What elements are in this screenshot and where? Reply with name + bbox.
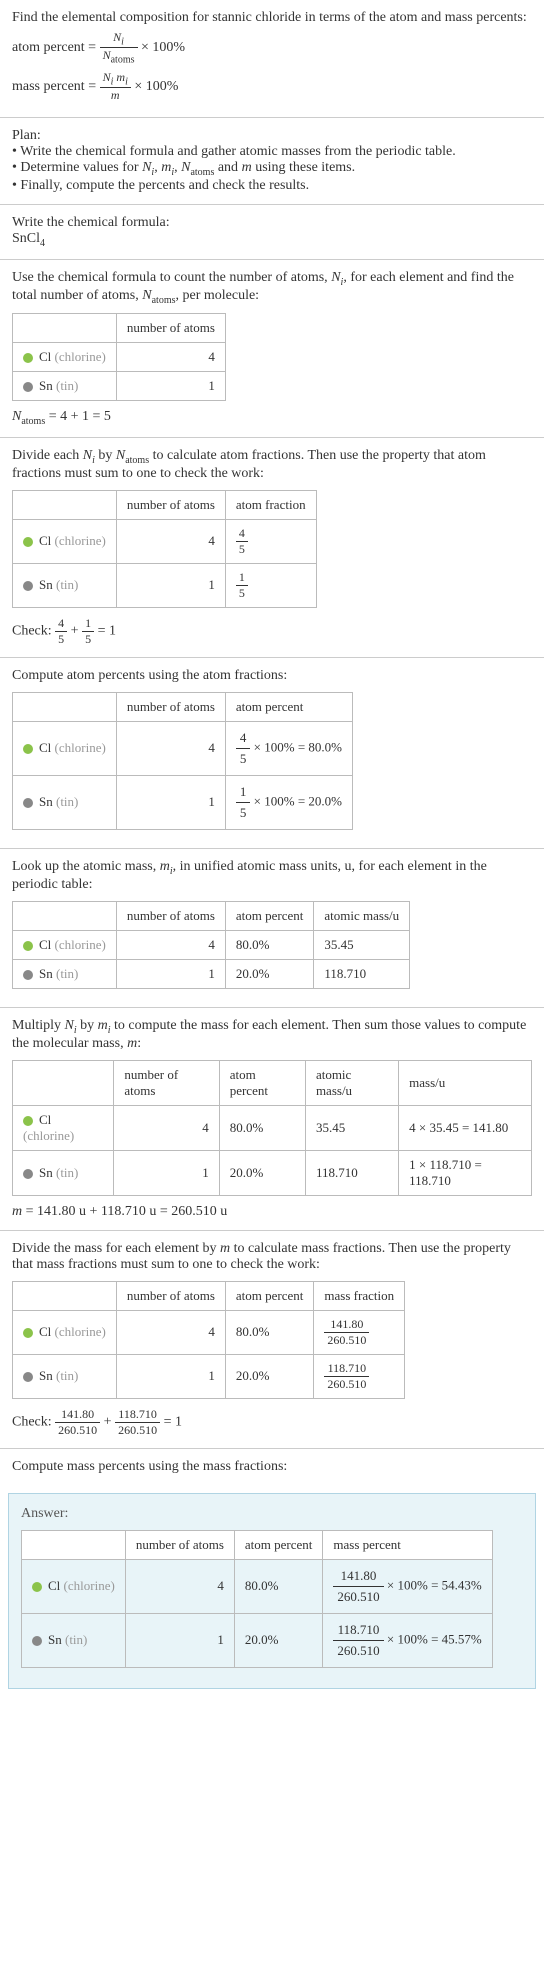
massfrac-table: number of atomsatom percentmass fraction… — [12, 1281, 405, 1399]
element-dot-icon — [23, 970, 33, 980]
table-row: Sn (tin)115 — [13, 563, 317, 607]
table-row: Cl (chlorine)480.0%35.45 — [13, 930, 410, 959]
element-dot-icon — [23, 1328, 33, 1338]
element-dot-icon — [23, 581, 33, 591]
multiply-section: Multiply Ni by mi to compute the mass fo… — [0, 1008, 544, 1231]
table-row: Cl (chlorine)480.0%35.454 × 35.45 = 141.… — [13, 1105, 532, 1150]
table-row: Cl (chlorine)480.0%141.80260.510 — [13, 1310, 405, 1354]
element-dot-icon — [23, 1169, 33, 1179]
chemical-formula: SnCl4 — [12, 231, 532, 249]
plan-bullet: • Write the chemical formula and gather … — [12, 144, 532, 160]
plan-title: Plan: — [12, 128, 532, 144]
lookup-table: number of atomsatom percentatomic mass/u… — [12, 901, 410, 989]
element-dot-icon — [23, 382, 33, 392]
formula-title: Write the chemical formula: — [12, 215, 532, 231]
table-row: Sn (tin)115 × 100% = 20.0% — [13, 775, 353, 829]
table-row: Sn (tin)120.0%118.7101 × 118.710 = 118.7… — [13, 1150, 532, 1195]
element-dot-icon — [32, 1582, 42, 1592]
massfrac-check: Check: 141.80260.510 + 118.710260.510 = … — [12, 1407, 532, 1438]
count-title: Use the chemical formula to count the nu… — [12, 270, 532, 306]
atom-percent-formula: atom percent = NiNatoms × 100% — [12, 30, 532, 66]
answer-box: Answer: number of atomsatom percentmass … — [8, 1493, 536, 1689]
multiply-table: number of atomsatom percentatomic mass/u… — [12, 1060, 532, 1196]
table-row: Sn (tin)120.0%118.710260.510 × 100% = 45… — [22, 1613, 493, 1667]
element-dot-icon — [23, 744, 33, 754]
element-dot-icon — [23, 1116, 33, 1126]
mass-percent-formula: mass percent = Ni mim × 100% — [12, 70, 532, 103]
atomfrac-table: number of atomsatom fraction Cl (chlorin… — [12, 490, 317, 608]
atompct-table: number of atomsatom percent Cl (chlorine… — [12, 692, 353, 830]
element-dot-icon — [23, 537, 33, 547]
table-row: Cl (chlorine)480.0%141.80260.510 × 100% … — [22, 1559, 493, 1613]
table-row: Sn (tin)120.0%118.710 — [13, 959, 410, 988]
table-row: Cl (chlorine)445 — [13, 519, 317, 563]
atompct-title: Compute atom percents using the atom fra… — [12, 668, 532, 684]
mass-percent-section: Compute mass percents using the mass fra… — [0, 1449, 544, 1485]
mass-fraction-section: Divide the mass for each element by m to… — [0, 1231, 544, 1449]
atomfrac-title: Divide each Ni by Natoms to calculate at… — [12, 448, 532, 482]
element-dot-icon — [23, 941, 33, 951]
intro-section: Find the elemental composition for stann… — [0, 0, 544, 118]
count-section: Use the chemical formula to count the nu… — [0, 260, 544, 438]
lookup-section: Look up the atomic mass, mi, in unified … — [0, 849, 544, 1008]
table-row: Sn (tin)120.0%118.710260.510 — [13, 1354, 405, 1398]
answer-label: Answer: — [21, 1506, 523, 1522]
element-dot-icon — [23, 798, 33, 808]
atomfrac-check: Check: 45 + 15 = 1 — [12, 616, 532, 647]
formula-section: Write the chemical formula: SnCl4 — [0, 205, 544, 260]
element-dot-icon — [32, 1636, 42, 1646]
multiply-total: m = 141.80 u + 118.710 u = 260.510 u — [12, 1204, 532, 1220]
element-dot-icon — [23, 1372, 33, 1382]
table-row: Cl (chlorine)445 × 100% = 80.0% — [13, 721, 353, 775]
lookup-title: Look up the atomic mass, mi, in unified … — [12, 859, 532, 893]
plan-bullet: • Finally, compute the percents and chec… — [12, 178, 532, 194]
element-dot-icon — [23, 353, 33, 363]
massfrac-title: Divide the mass for each element by m to… — [12, 1241, 532, 1273]
atom-percent-section: Compute atom percents using the atom fra… — [0, 658, 544, 849]
count-table: number of atoms Cl (chlorine)4 Sn (tin)1 — [12, 313, 226, 401]
multiply-title: Multiply Ni by mi to compute the mass fo… — [12, 1018, 532, 1052]
count-total: Natoms = 4 + 1 = 5 — [12, 409, 532, 427]
intro-title: Find the elemental composition for stann… — [12, 10, 532, 26]
plan-bullet: • Determine values for Ni, mi, Natoms an… — [12, 160, 532, 178]
masspct-title: Compute mass percents using the mass fra… — [12, 1459, 532, 1475]
atom-fraction-section: Divide each Ni by Natoms to calculate at… — [0, 438, 544, 658]
table-row: Cl (chlorine)4 — [13, 343, 226, 372]
table-row: Sn (tin)1 — [13, 372, 226, 401]
plan-section: Plan: • Write the chemical formula and g… — [0, 118, 544, 205]
answer-table: number of atomsatom percentmass percent … — [21, 1530, 493, 1668]
